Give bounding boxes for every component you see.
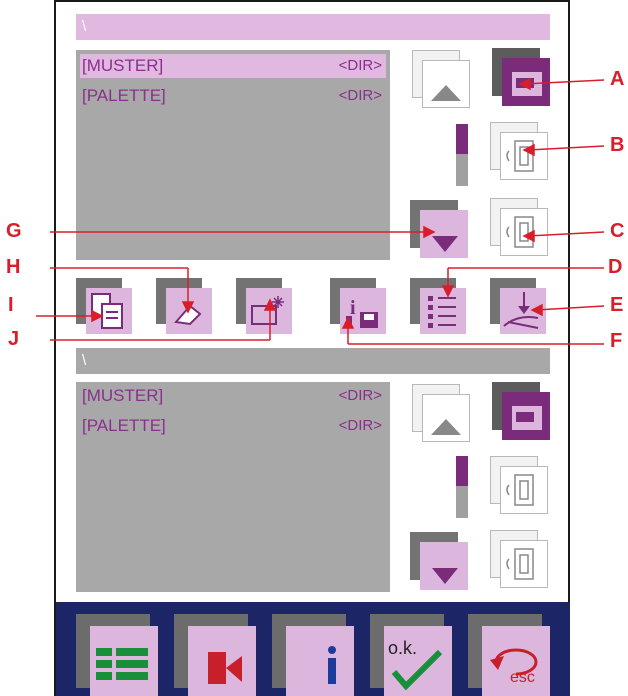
callout-label-f: F — [610, 330, 623, 352]
callout-label-d: D — [608, 256, 623, 278]
callout-lines — [36, 77, 605, 345]
callout-label-a: A — [610, 68, 625, 90]
callout-label-i: I — [8, 294, 14, 316]
callout-label-b: B — [610, 134, 625, 156]
callout-label-h: H — [6, 256, 21, 278]
callout-label-c: C — [610, 220, 625, 242]
callout-label-j: J — [8, 328, 20, 350]
callout-label-g: G — [6, 220, 22, 242]
callout-label-e: E — [610, 294, 624, 316]
